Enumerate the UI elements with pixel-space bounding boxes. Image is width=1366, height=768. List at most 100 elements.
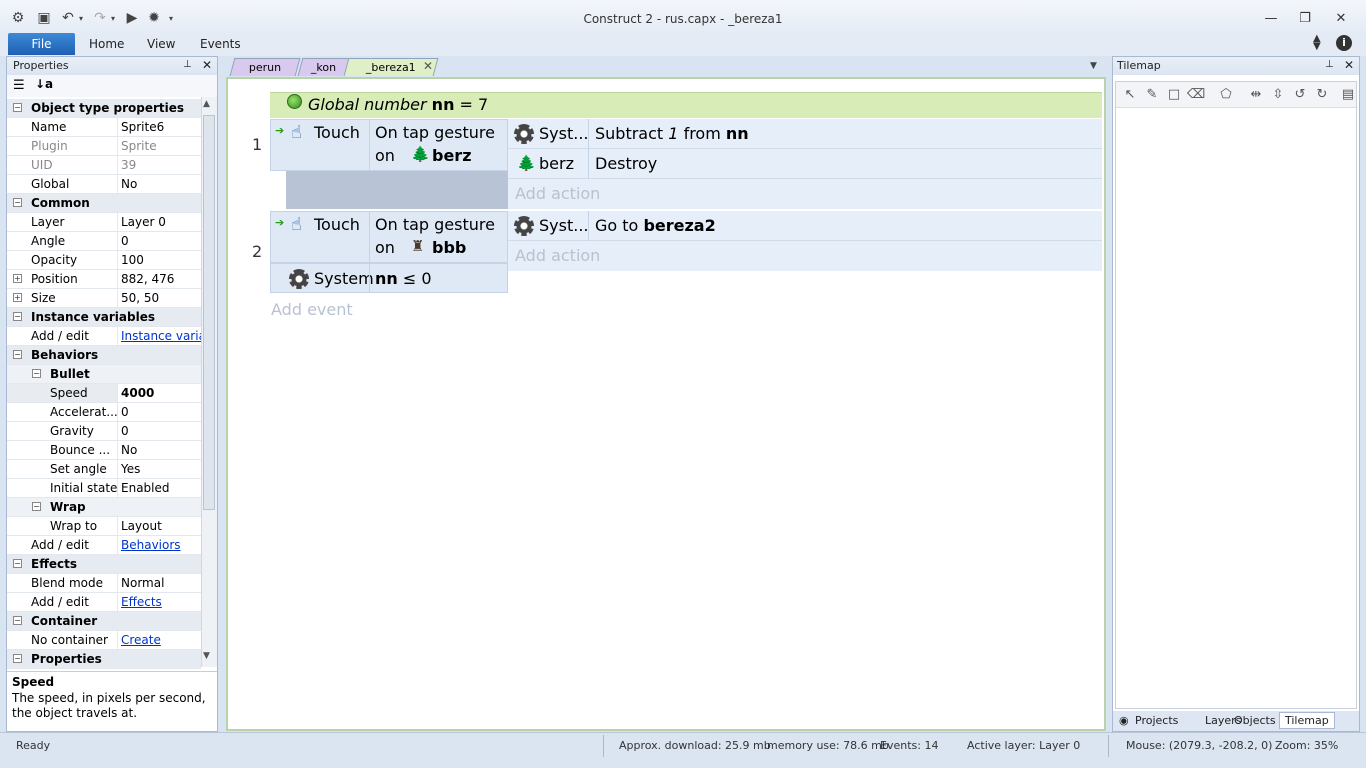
event1-action-1[interactable]: Syst... Subtract 1 from nn: [508, 119, 1102, 149]
category-properties[interactable]: − Properties: [7, 650, 201, 669]
properties-panel: Properties ⊥ ✕ ☰ ↓a − Object type propert…: [6, 56, 218, 732]
expand-icon[interactable]: +: [13, 274, 22, 283]
undo-dropdown-icon[interactable]: ▾: [76, 8, 86, 28]
tab-perun[interactable]: perun: [229, 58, 301, 76]
category-common[interactable]: − Common: [7, 194, 201, 213]
eraser-icon[interactable]: ⌫: [1187, 86, 1205, 102]
action-text: Destroy: [595, 154, 658, 173]
category-instance-variables[interactable]: − Instance variables: [7, 308, 201, 327]
rectangle-icon[interactable]: □: [1166, 86, 1182, 102]
effects-link[interactable]: Effects: [117, 593, 201, 611]
prop-blend-mode[interactable]: Blend mode Normal: [7, 574, 201, 593]
prop-gravity[interactable]: Gravity 0: [7, 422, 201, 441]
collapse-icon[interactable]: −: [13, 616, 22, 625]
close-icon[interactable]: ✕: [1326, 8, 1356, 28]
prop-wrap-to[interactable]: Wrap to Layout: [7, 517, 201, 536]
add-event-link[interactable]: Add event: [271, 300, 353, 319]
flip-horizontal-icon[interactable]: ⇹: [1248, 86, 1264, 102]
global-variable-row[interactable]: Global number nn = 7: [270, 92, 1102, 118]
event2-add-action[interactable]: Add action: [508, 241, 1102, 271]
condition-text: On tap gesture: [375, 123, 495, 142]
scroll-down-icon[interactable]: ▼: [203, 651, 210, 661]
pointer-icon[interactable]: ↖: [1122, 86, 1138, 102]
quick-access-menu-icon[interactable]: ▾: [166, 8, 176, 28]
prop-size[interactable]: + Size 50, 50: [7, 289, 201, 308]
collapse-icon[interactable]: −: [13, 103, 22, 112]
collapse-icon[interactable]: −: [13, 654, 22, 663]
panel-close-icon[interactable]: ✕: [202, 58, 212, 72]
sort-az-icon[interactable]: ↓a: [35, 77, 53, 91]
instance-variables-link[interactable]: Instance varia...: [117, 327, 201, 345]
flip-vertical-icon[interactable]: ⇳: [1270, 86, 1286, 102]
tab-kon[interactable]: _kon: [297, 58, 351, 76]
add-action-link[interactable]: Add action: [515, 246, 600, 265]
collapse-icon[interactable]: −: [32, 502, 41, 511]
save-icon[interactable]: ▣: [34, 8, 54, 28]
event2-condition-1[interactable]: ➔ ☝ Touch On tap gesture on ♜ bbb: [270, 211, 508, 263]
behavior-wrap[interactable]: − Wrap: [7, 498, 201, 517]
run-layout-icon[interactable]: ▶: [122, 8, 142, 28]
behaviors-link[interactable]: Behaviors: [117, 536, 201, 554]
polygon-icon[interactable]: ⬠: [1218, 86, 1234, 102]
panel-close-icon[interactable]: ✕: [1344, 58, 1354, 72]
tab-close-icon[interactable]: ✕: [423, 59, 433, 73]
event1-condition[interactable]: ➔ ☝ Touch On tap gesture on 🌲 berz: [270, 119, 508, 171]
prop-set-angle[interactable]: Set angle Yes: [7, 460, 201, 479]
tab-objects[interactable]: Objects: [1234, 714, 1276, 727]
scrollbar-thumb[interactable]: [203, 115, 215, 510]
rotate-left-icon[interactable]: ↺: [1292, 86, 1308, 102]
app-logo-icon[interactable]: ⚙: [8, 8, 28, 28]
restore-icon[interactable]: ❐: [1290, 8, 1320, 28]
rotate-right-icon[interactable]: ↻: [1314, 86, 1330, 102]
minimize-icon[interactable]: —: [1256, 8, 1286, 28]
prop-bounce[interactable]: Bounce ... No: [7, 441, 201, 460]
event2-condition-2[interactable]: System nn ≤ 0: [270, 263, 508, 293]
pin-icon[interactable]: ⊥: [183, 59, 192, 70]
redo-icon[interactable]: ↷: [90, 8, 110, 28]
tab-events[interactable]: Events: [200, 37, 241, 51]
prop-position[interactable]: + Position 882, 476: [7, 270, 201, 289]
behavior-bullet[interactable]: − Bullet: [7, 365, 201, 384]
debug-icon[interactable]: ✹: [144, 8, 164, 28]
collapse-icon[interactable]: −: [13, 198, 22, 207]
event1-action-2[interactable]: 🌲 berz Destroy: [508, 149, 1102, 179]
collapse-icon[interactable]: −: [13, 312, 22, 321]
event2-action-1[interactable]: Syst... Go to bereza2: [508, 211, 1102, 241]
pencil-icon[interactable]: ✎: [1144, 86, 1160, 102]
expand-icon[interactable]: +: [13, 293, 22, 302]
prop-speed[interactable]: Speed 4000: [7, 384, 201, 403]
tab-view[interactable]: View: [147, 37, 175, 51]
event1-add-action[interactable]: Add action: [508, 179, 1102, 209]
tilemap-area[interactable]: ↖ ✎ □ ⌫ ⬠ ⇹ ⇳ ↺ ↻ ▤: [1115, 81, 1357, 709]
categorized-icon[interactable]: ☰: [13, 78, 25, 93]
prop-angle[interactable]: Angle 0: [7, 232, 201, 251]
tab-home[interactable]: Home: [89, 37, 124, 51]
folder-icon[interactable]: ▤: [1340, 86, 1356, 102]
category-effects[interactable]: − Effects: [7, 555, 201, 574]
collapse-icon[interactable]: −: [32, 369, 41, 378]
collapse-icon[interactable]: −: [13, 559, 22, 568]
info-icon[interactable]: i: [1336, 35, 1352, 51]
category-behaviors[interactable]: − Behaviors: [7, 346, 201, 365]
prop-initial-state[interactable]: Initial state Enabled: [7, 479, 201, 498]
tab-projects[interactable]: Projects: [1135, 714, 1178, 727]
tab-tilemap[interactable]: Tilemap: [1279, 712, 1335, 729]
tabs-dropdown-icon[interactable]: ▼: [1090, 61, 1097, 71]
ribbon-collapse-icon[interactable]: ▲ ▼: [1313, 34, 1321, 52]
redo-dropdown-icon[interactable]: ▾: [108, 8, 118, 28]
prop-acceleration[interactable]: Accelerat... 0: [7, 403, 201, 422]
prop-name[interactable]: Name Sprite6: [7, 118, 201, 137]
global-var-value: = 7: [459, 95, 489, 114]
category-container[interactable]: − Container: [7, 612, 201, 631]
prop-opacity[interactable]: Opacity 100: [7, 251, 201, 270]
prop-layer[interactable]: Layer Layer 0: [7, 213, 201, 232]
pin-icon[interactable]: ⊥: [1325, 59, 1334, 70]
scroll-up-icon[interactable]: ▲: [203, 99, 210, 109]
add-action-link[interactable]: Add action: [515, 184, 600, 203]
category-object-type[interactable]: − Object type properties: [7, 99, 201, 118]
collapse-icon[interactable]: −: [13, 350, 22, 359]
file-tab[interactable]: File: [8, 33, 75, 55]
undo-icon[interactable]: ↶: [58, 8, 78, 28]
create-container-link[interactable]: Create: [117, 631, 201, 649]
prop-global[interactable]: Global No: [7, 175, 201, 194]
